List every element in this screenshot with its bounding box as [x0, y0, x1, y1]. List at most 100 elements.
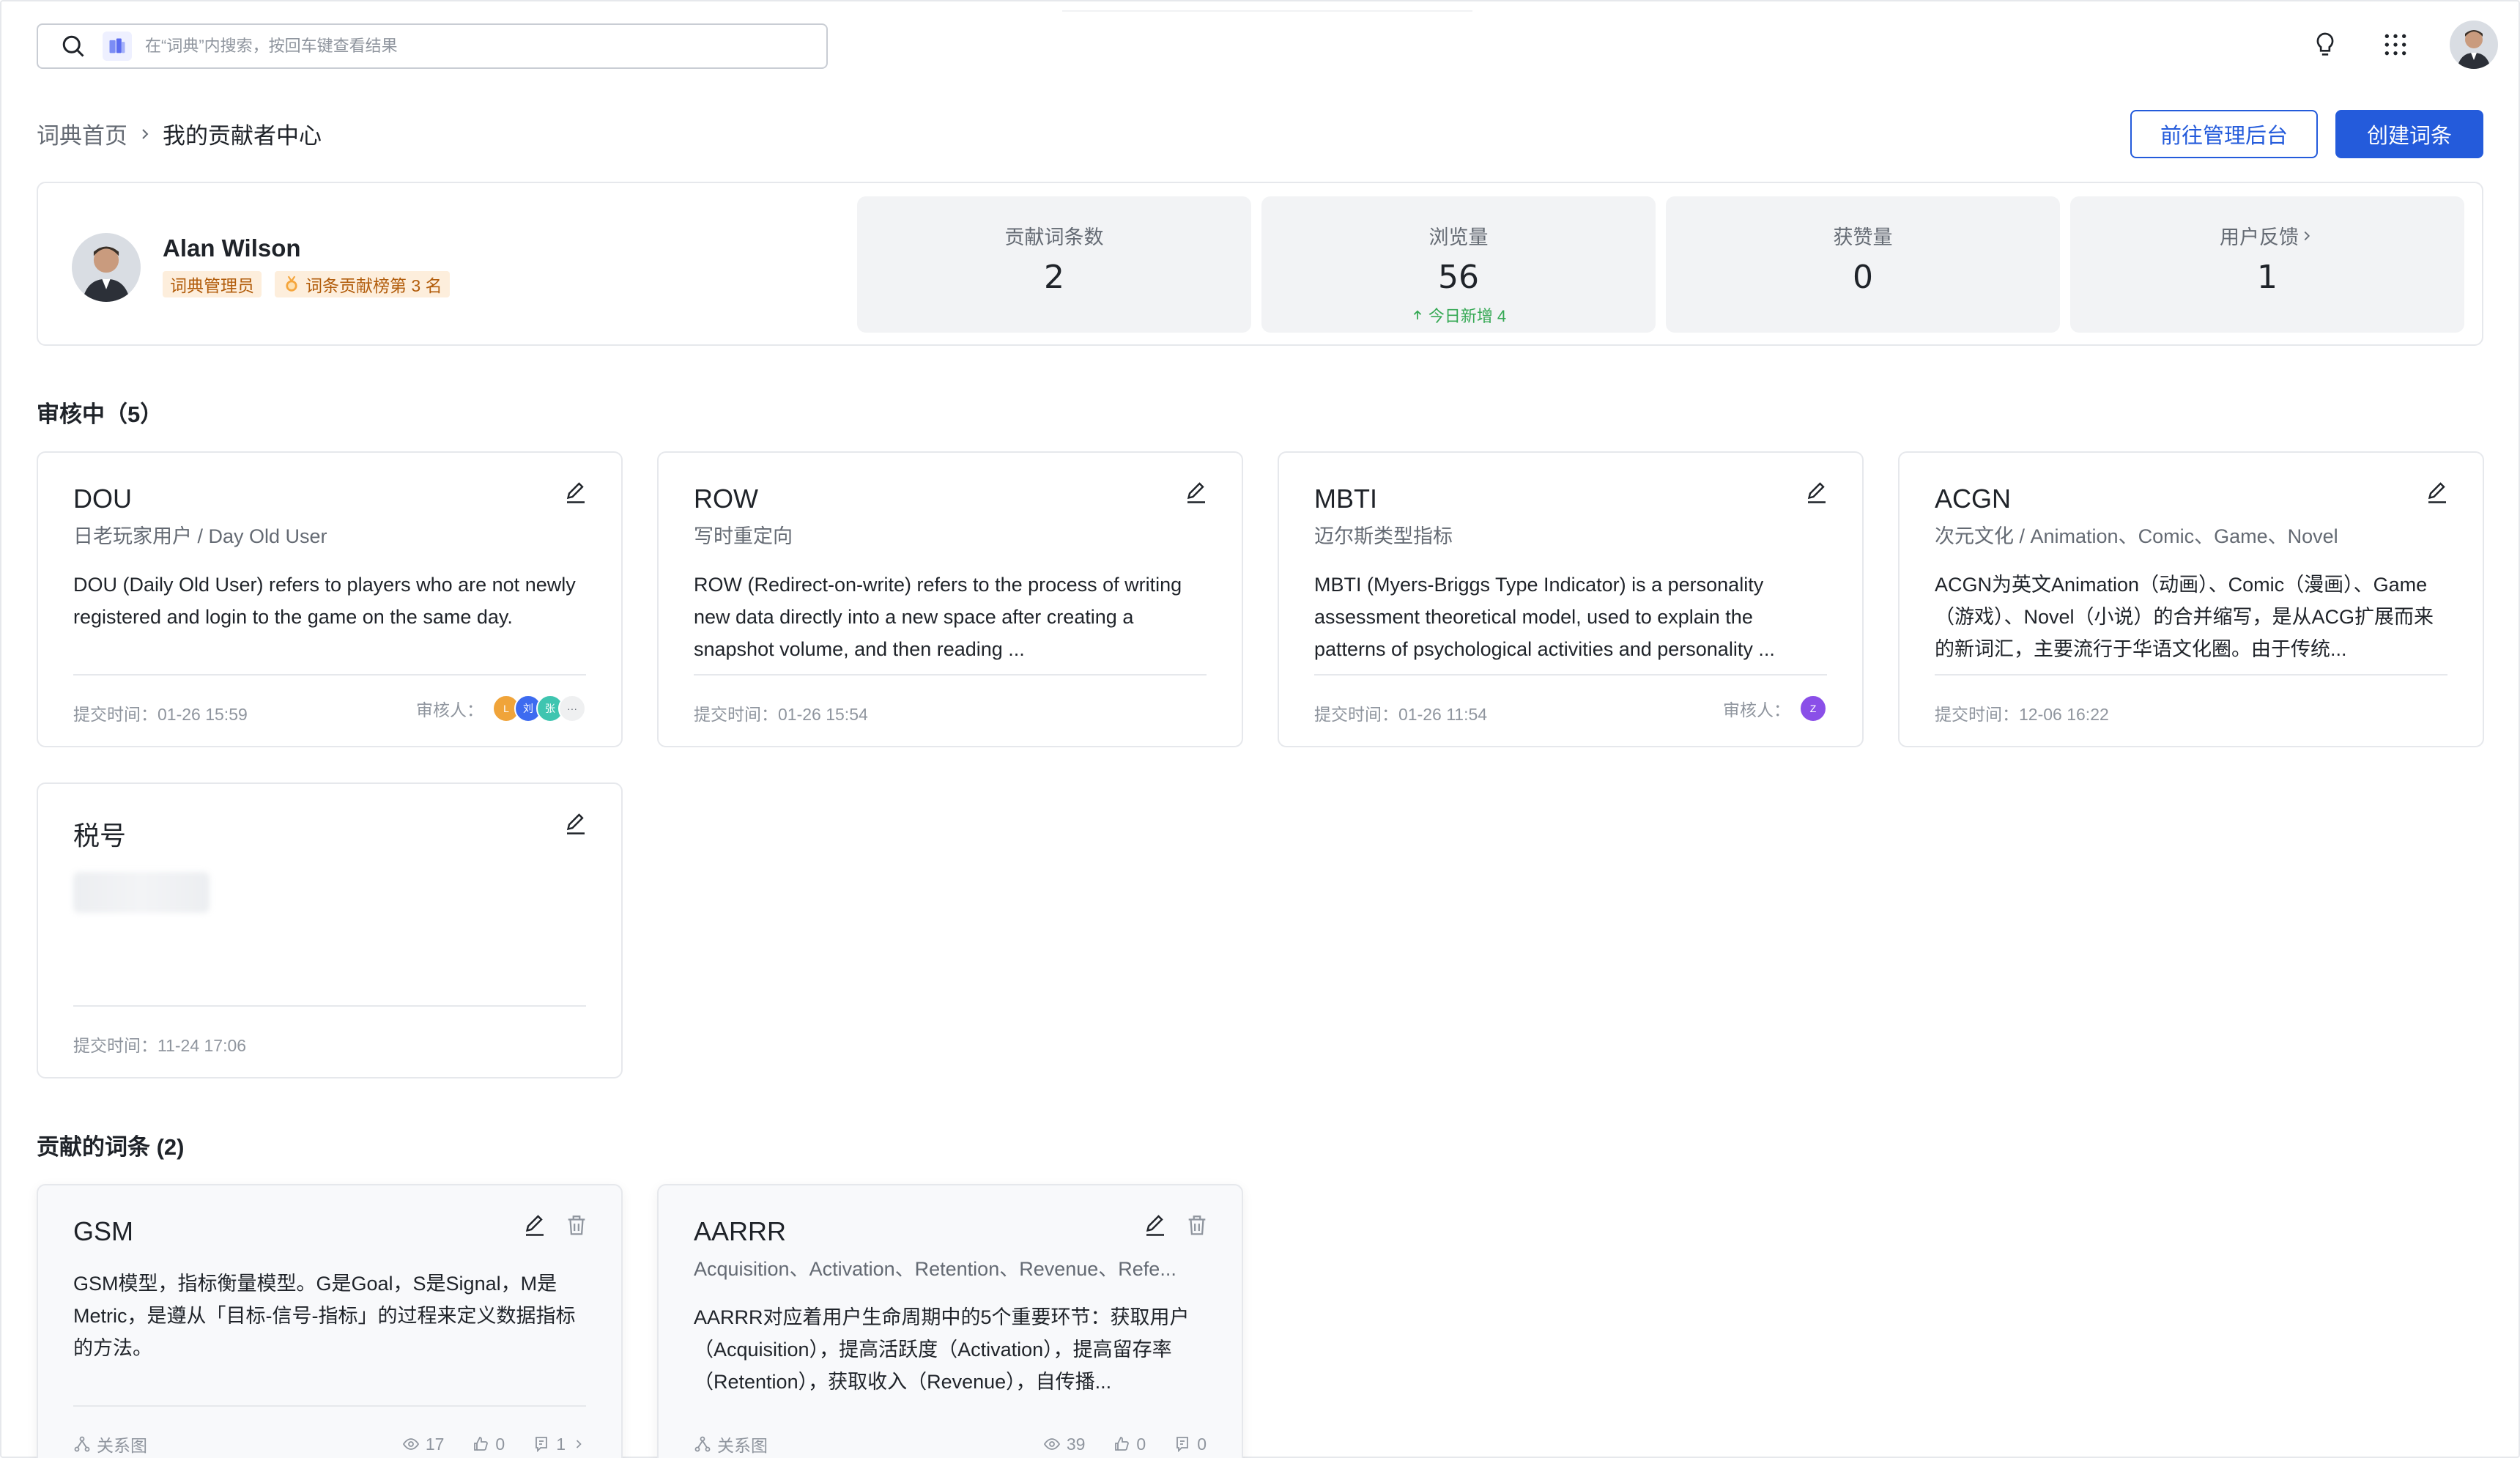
search-input[interactable] — [145, 37, 804, 56]
comments-metric[interactable]: 0 — [1174, 1435, 1207, 1454]
card-submit-time: 提交时间：12-06 16:22 — [1935, 705, 2109, 724]
edit-icon[interactable] — [2424, 479, 2450, 506]
likes-metric[interactable]: 0 — [472, 1435, 505, 1454]
card-divider — [694, 674, 1207, 676]
comments-count: 1 — [556, 1434, 566, 1454]
card-description: ROW (Redirect-on-write) refers to the pr… — [694, 574, 1182, 660]
card-divider — [1314, 674, 1827, 676]
go-admin-button[interactable]: 前往管理后台 — [2130, 110, 2318, 158]
card-submit-time: 提交时间：01-26 11:54 — [1314, 705, 1488, 724]
edit-icon[interactable] — [522, 1212, 548, 1238]
dictionary-icon — [103, 32, 132, 61]
stat-value: 1 — [2257, 259, 2278, 296]
reviewer-list: 审核人： L 刘 张 ··· — [416, 695, 586, 722]
search-bar[interactable] — [37, 23, 828, 69]
card-title: ACGN — [1935, 484, 2012, 514]
reviewer-avatar[interactable]: Z — [1799, 695, 1827, 722]
card-footer: 关系图 17 0 1 — [73, 1432, 586, 1457]
review-card[interactable]: ACGN 次元文化 / Animation、Comic、Game、Novel A… — [1898, 451, 2484, 747]
stat-views: 浏览量 56 今日新增 4 — [1261, 196, 1656, 333]
card-title: ROW — [694, 484, 758, 514]
more-reviewers[interactable]: ··· — [558, 695, 586, 722]
blurred-content — [73, 872, 210, 913]
chevron-right-icon — [576, 1440, 582, 1448]
contributed-card[interactable]: GSM GSM模型，指标衡量模型。G是Goal，S是Signal，M是Metri… — [37, 1184, 623, 1458]
chevron-right-icon — [142, 128, 149, 139]
card-description: ACGN为英文Animation（动画）、Comic（漫画）、Game（游戏）、… — [1935, 574, 2434, 660]
top-tab-hint — [1062, 0, 1472, 12]
thumbs-up-icon — [474, 1437, 489, 1451]
review-card[interactable]: MBTI 迈尔斯类型指标 MBTI (Myers-Briggs Type Ind… — [1278, 451, 1864, 747]
stat-likes: 获赞量 0 — [1666, 196, 2060, 333]
profile-avatar — [72, 233, 141, 302]
views-metric: 17 — [402, 1434, 445, 1454]
edit-icon[interactable] — [563, 810, 589, 837]
breadcrumb-home[interactable]: 词典首页 — [37, 117, 127, 150]
review-card[interactable]: ROW 写时重定向 ROW (Redirect-on-write) refers… — [657, 451, 1243, 747]
card-submit-time: 提交时间：01-26 15:59 — [73, 705, 248, 724]
stat-feedback[interactable]: 用户反馈 1 — [2070, 196, 2464, 333]
views-count: 17 — [425, 1434, 445, 1454]
likes-metric[interactable]: 0 — [1113, 1435, 1146, 1454]
stat-label: 贡献词条数 — [1004, 226, 1104, 248]
stat-daily-increase: 今日新增 4 — [1411, 303, 1506, 327]
rank-badge: 词条贡献榜第 3 名 — [275, 271, 450, 297]
app-grid-icon[interactable] — [2379, 29, 2412, 61]
reviewer-label: 审核人： — [1723, 700, 1790, 719]
trash-icon[interactable] — [564, 1213, 589, 1238]
breadcrumb: 词典首页 我的贡献者中心 — [37, 117, 322, 150]
card-subtitle: 写时重定向 — [694, 525, 793, 547]
edit-icon[interactable] — [1183, 479, 1209, 506]
eye-icon — [402, 1438, 419, 1450]
card-title: MBTI — [1314, 484, 1377, 514]
card-description: AARRR对应着用户生命周期中的5个重要环节：获取用户（Acquisition）… — [694, 1306, 1190, 1393]
card-title: 税号 — [73, 821, 127, 851]
edit-icon[interactable] — [563, 479, 589, 506]
create-entry-button[interactable]: 创建词条 — [2335, 110, 2483, 158]
stat-value: 0 — [1853, 259, 1873, 296]
relation-graph-label: 关系图 — [717, 1436, 768, 1455]
reviewer-label: 审核人： — [416, 700, 483, 719]
breadcrumb-current: 我的贡献者中心 — [163, 123, 322, 149]
card-divider — [73, 1405, 586, 1407]
stat-label: 获赞量 — [1833, 226, 1893, 248]
lightbulb-icon[interactable] — [2309, 29, 2341, 61]
stat-label-text: 用户反馈 — [2220, 226, 2299, 248]
relation-graph-link[interactable]: 关系图 — [73, 1432, 147, 1457]
card-submit-time: 提交时间：11-24 17:06 — [73, 1036, 247, 1055]
edit-icon[interactable] — [1804, 479, 1830, 506]
comments-count: 0 — [1197, 1434, 1207, 1454]
top-toolbar — [2309, 21, 2498, 69]
views-count: 39 — [1066, 1434, 1086, 1454]
edit-icon[interactable] — [1142, 1212, 1168, 1238]
card-title: DOU — [73, 484, 132, 514]
stat-value: 56 — [1438, 259, 1479, 296]
card-footer: 关系图 39 0 0 — [694, 1432, 1207, 1457]
card-description: MBTI (Myers-Briggs Type Indicator) is a … — [1314, 574, 1775, 660]
review-card[interactable]: 税号 提交时间：11-24 17:06 — [37, 782, 623, 1078]
stat-sub-label: 今日新增 4 — [1428, 307, 1507, 325]
card-title: GSM — [73, 1216, 134, 1246]
card-submit-time: 提交时间：01-26 15:54 — [694, 705, 868, 724]
stat-value: 2 — [1044, 259, 1064, 296]
card-divider — [73, 674, 586, 676]
likes-count: 0 — [1136, 1434, 1146, 1454]
card-subtitle: 日老玩家用户 / Day Old User — [73, 525, 327, 547]
trash-icon[interactable] — [1185, 1213, 1209, 1238]
eye-icon — [1043, 1438, 1060, 1450]
card-description: DOU (Daily Old User) refers to players w… — [73, 574, 576, 628]
role-badge: 词典管理员 — [163, 271, 262, 297]
review-card[interactable]: DOU 日老玩家用户 / Day Old User DOU (Daily Old… — [37, 451, 623, 747]
card-divider — [73, 1005, 586, 1007]
reviewer-list: 审核人： Z — [1723, 695, 1827, 722]
contributed-card[interactable]: AARRR Acquisition、Activation、Retention、R… — [657, 1184, 1243, 1458]
user-avatar[interactable] — [2450, 21, 2498, 69]
search-icon — [62, 35, 84, 57]
card-subtitle: 迈尔斯类型指标 — [1314, 525, 1453, 547]
relation-graph-link[interactable]: 关系图 — [694, 1432, 768, 1457]
medal-icon — [286, 275, 297, 292]
relation-graph-label: 关系图 — [97, 1436, 147, 1455]
card-divider — [1935, 674, 2447, 676]
stat-label: 浏览量 — [1428, 226, 1489, 248]
comments-metric[interactable]: 1 — [533, 1435, 586, 1454]
